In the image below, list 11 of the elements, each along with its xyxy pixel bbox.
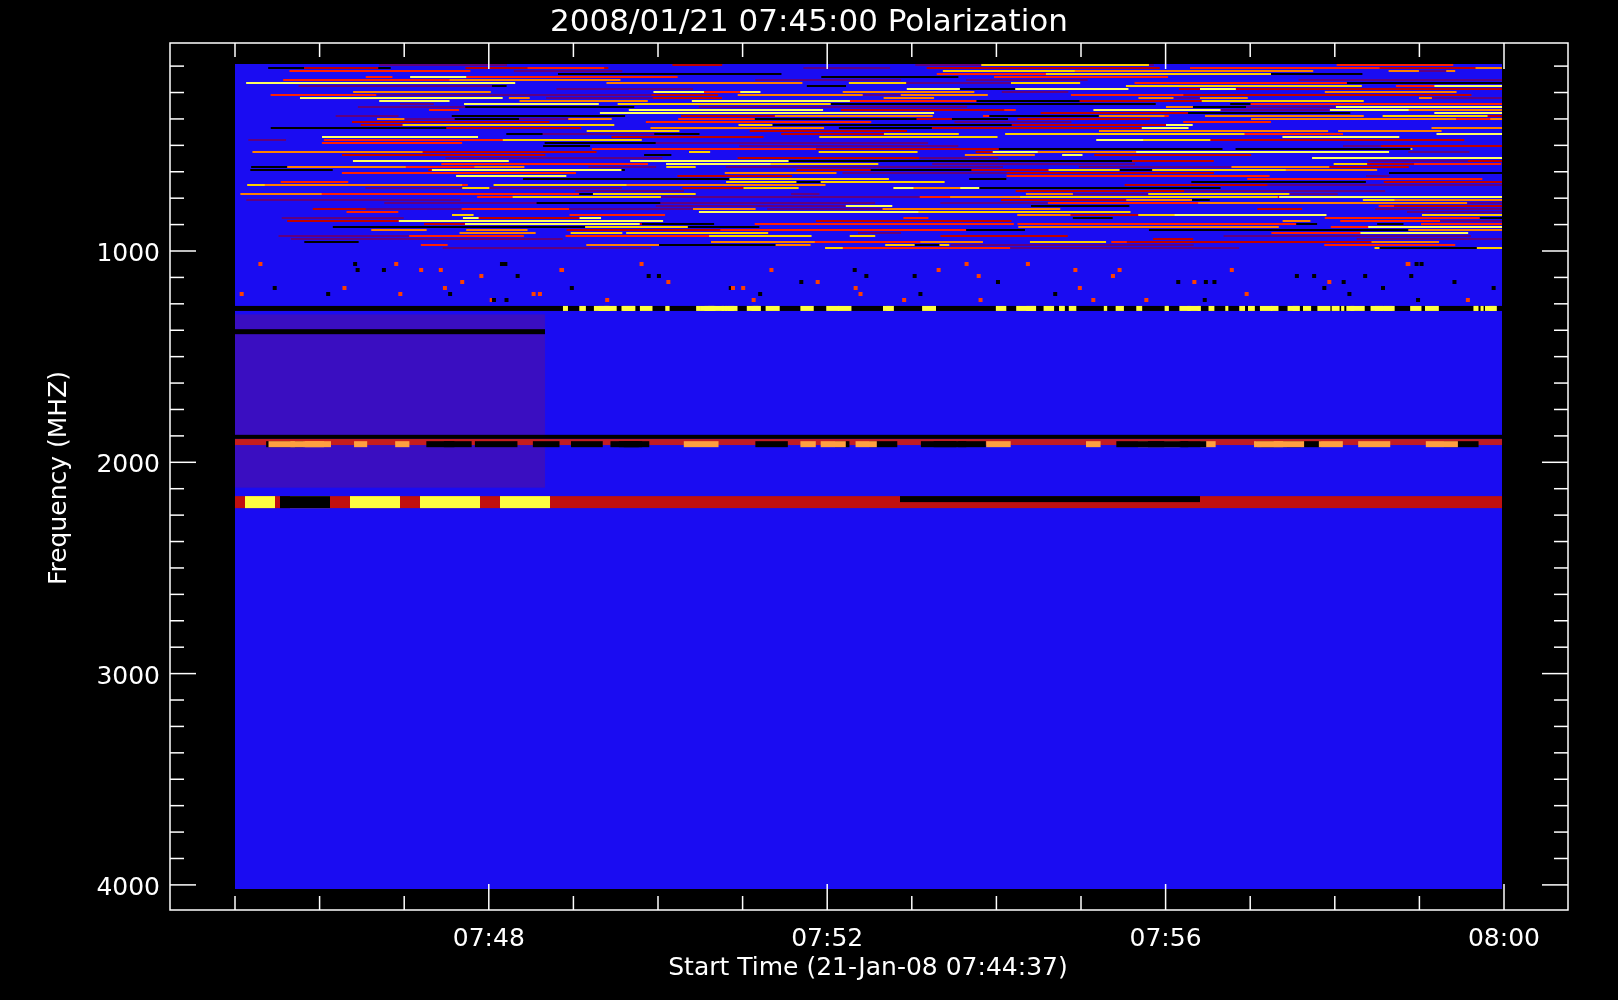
plot-title: 2008/01/21 07:45:00 Polarization (550, 2, 1068, 38)
tick-label: 4000 (96, 871, 160, 901)
tick-label: 07:52 (791, 923, 864, 952)
axis-label: Frequency (MHZ) (43, 370, 72, 586)
tick-label: 07:56 (1129, 923, 1202, 952)
tick-label: 2000 (96, 449, 160, 479)
tick-label: 3000 (96, 660, 160, 690)
tick-label: 1000 (96, 238, 160, 267)
tick-label: 07:48 (452, 923, 525, 952)
tick-label: 08:00 (1468, 923, 1540, 952)
axis-label: Start Time (21-Jan-08 07:44:37) (668, 952, 1068, 981)
